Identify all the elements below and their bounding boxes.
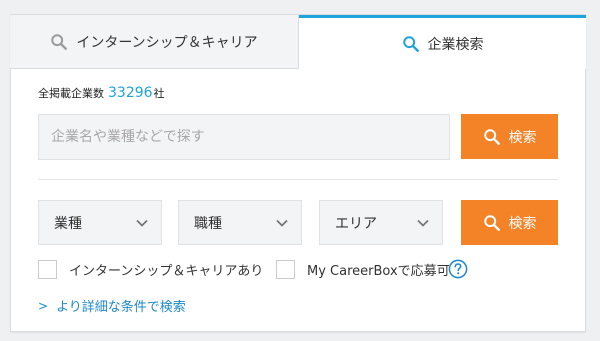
checkbox-label: My CareerBoxで応募可: [307, 264, 450, 279]
keyword-search-button[interactable]: 検索: [461, 114, 558, 159]
count-suffix: 社: [153, 87, 165, 100]
divider: [38, 179, 558, 180]
tab-company-search[interactable]: 企業検索: [299, 15, 586, 69]
company-count: 全掲載企業数 33296 社: [38, 85, 165, 101]
advanced-search-link[interactable]: > より詳細な条件で検索: [38, 296, 186, 316]
tab-internship-career[interactable]: インターンシップ＆キャリア: [10, 15, 299, 69]
job-type-select[interactable]: 職種: [178, 200, 302, 245]
tab-label: インターンシップ＆キャリア: [76, 34, 258, 51]
select-label: 業種: [54, 215, 82, 232]
tab-label: 企業検索: [427, 36, 484, 53]
search-icon: [402, 35, 419, 52]
question-circle-icon[interactable]: [448, 259, 468, 279]
button-label: 検索: [508, 215, 537, 232]
my-careerbox-checkbox[interactable]: My CareerBoxで応募可: [276, 260, 450, 279]
select-label: エリア: [335, 215, 377, 232]
select-label: 職種: [194, 215, 222, 232]
search-icon: [51, 33, 68, 50]
industry-select[interactable]: 業種: [38, 200, 162, 245]
count-number: 33296: [108, 85, 153, 101]
company-search-input[interactable]: [38, 114, 450, 160]
chevron-down-icon: [136, 219, 148, 227]
search-tabs: インターンシップ＆キャリア 企業検索: [10, 15, 586, 69]
chevron-right-icon: >: [38, 298, 49, 313]
button-label: 検索: [508, 129, 537, 146]
internship-career-checkbox[interactable]: インターンシップ＆キャリアあり: [38, 260, 263, 279]
area-select[interactable]: エリア: [319, 200, 443, 245]
checkbox-box[interactable]: [276, 260, 295, 279]
search-icon: [483, 128, 500, 145]
company-search-panel: インターンシップ＆キャリア 企業検索 全掲載企業数 33296 社 検索 業種 …: [10, 14, 586, 332]
link-label: より詳細な条件で検索: [56, 300, 186, 315]
chevron-down-icon: [276, 219, 288, 227]
checkbox-label: インターンシップ＆キャリアあり: [69, 264, 264, 279]
checkbox-box[interactable]: [38, 260, 57, 279]
filter-search-button[interactable]: 検索: [461, 200, 558, 245]
count-prefix: 全掲載企業数: [38, 87, 104, 100]
search-icon: [483, 214, 500, 231]
chevron-down-icon: [417, 219, 429, 227]
